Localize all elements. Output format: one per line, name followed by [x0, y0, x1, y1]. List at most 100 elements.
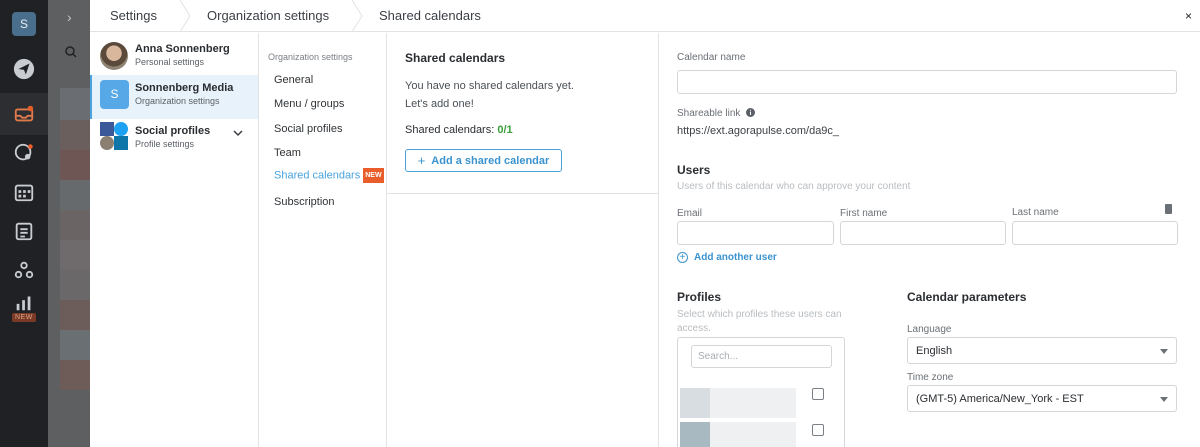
trash-icon[interactable] [1165, 204, 1172, 214]
profile-name-blurred [710, 388, 796, 418]
blurred-block [60, 120, 90, 150]
account-subtitle: Profile settings [135, 139, 195, 149]
account-name: Sonnenberg Media [135, 82, 234, 94]
calendar-icon[interactable] [12, 180, 36, 204]
profile-name-blurred [710, 422, 796, 447]
caret-down-icon [1160, 397, 1168, 402]
breadcrumb-organization-settings[interactable]: Organization settings [192, 0, 352, 32]
plus-circle-icon: + [677, 252, 688, 263]
account-item-personal[interactable]: Anna Sonnenberg Personal settings [90, 36, 258, 80]
add-user-label: Add another user [694, 252, 777, 263]
calendar-name-label: Calendar name [677, 52, 746, 63]
shareable-link-label-text: Shareable link [677, 108, 741, 119]
add-another-user-link[interactable]: + Add another user [677, 252, 777, 263]
account-subtitle: Personal settings [135, 57, 205, 67]
shared-calendars-panel: Shared calendars You have no shared cale… [387, 33, 659, 447]
chevron-down-icon[interactable] [233, 130, 243, 137]
add-shared-calendar-button[interactable]: + Add a shared calendar [405, 149, 562, 172]
calendar-count: Shared calendars: 0/1 [405, 124, 513, 136]
paper-plane-icon[interactable] [12, 57, 36, 81]
linkedin-icon [114, 136, 128, 150]
reports-icon[interactable] [12, 290, 36, 314]
blurred-block [60, 300, 90, 330]
breadcrumb-separator [180, 0, 191, 32]
social-profiles-icon [100, 122, 128, 150]
calendar-form: Calendar name Shareable link https://ext… [659, 33, 1200, 447]
blurred-block [60, 270, 90, 300]
breadcrumb-separator [352, 0, 363, 32]
nav-item-shared-calendars[interactable]: Shared calendars NEW [274, 168, 384, 183]
listening-icon[interactable] [12, 141, 36, 165]
profile-avatar [680, 422, 710, 447]
language-select[interactable]: English [907, 337, 1177, 364]
account-name: Social profiles [135, 125, 211, 137]
profile-avatar [680, 388, 710, 418]
settings-modal: Settings Organization settings Shared ca… [90, 0, 1200, 447]
timezone-select[interactable]: (GMT-5) America/New_York - EST [907, 385, 1177, 412]
nav-item-social-profiles[interactable]: Social profiles [274, 123, 342, 135]
empty-message: You have no shared calendars yet. [405, 80, 574, 92]
calendar-name-input[interactable] [677, 70, 1177, 94]
account-item-social-profiles[interactable]: Social profiles Profile settings [90, 118, 258, 162]
blurred-block [60, 210, 90, 240]
close-icon[interactable]: × [1185, 9, 1192, 23]
profiles-title: Profiles [677, 290, 722, 304]
account-item-organization[interactable]: S Sonnenberg Media Organization settings [90, 75, 258, 119]
profile-photo-icon [100, 136, 114, 150]
first-name-label: First name [840, 208, 888, 219]
organization-avatar: S [100, 80, 129, 109]
account-subtitle: Organization settings [135, 96, 220, 106]
breadcrumb: Settings Organization settings Shared ca… [90, 0, 1200, 32]
twitter-icon [114, 122, 128, 136]
count-value: 0/1 [497, 124, 513, 136]
breadcrumb-shared-calendars: Shared calendars [379, 8, 481, 23]
schedule-icon[interactable] [12, 219, 36, 243]
account-name: Anna Sonnenberg [135, 43, 230, 55]
facebook-icon [100, 122, 114, 136]
email-label: Email [677, 208, 703, 219]
last-name-label: Last name [1012, 207, 1059, 218]
email-field[interactable] [677, 221, 834, 245]
profiles-description: Select which profiles these users can ac… [677, 309, 842, 334]
inbox-icon[interactable] [12, 102, 36, 126]
search-icon[interactable] [65, 46, 77, 61]
caret-down-icon [1160, 349, 1168, 354]
settings-nav: Organization settings General Menu / gro… [259, 33, 387, 447]
nav-item-subscription[interactable]: Subscription [274, 196, 335, 208]
first-name-field[interactable] [840, 221, 1006, 245]
empty-message-cta: Let's add one! [405, 98, 474, 110]
info-icon[interactable] [746, 108, 756, 117]
timezone-value: (GMT-5) America/New_York - EST [916, 392, 1084, 405]
workspace-avatar[interactable]: S [12, 12, 36, 36]
team-icon[interactable] [12, 258, 36, 282]
blurred-block [60, 360, 90, 390]
blurred-block [60, 330, 90, 360]
shareable-link-value[interactable]: https://ext.agorapulse.com/da9c_ [677, 125, 839, 137]
nav-item-team[interactable]: Team [274, 147, 301, 159]
app-rail: S NEW [0, 0, 48, 447]
last-name-field[interactable] [1012, 221, 1178, 245]
reports-new-badge: NEW [12, 313, 36, 322]
nav-item-menu-groups[interactable]: Menu / groups [274, 98, 344, 110]
profiles-list: Search... [677, 337, 845, 447]
new-badge: NEW [363, 168, 384, 183]
blurred-block [60, 180, 90, 210]
chevron-right-icon[interactable]: › [67, 9, 72, 25]
profile-checkbox[interactable] [812, 388, 824, 400]
profiles-search-input[interactable]: Search... [691, 345, 832, 368]
count-label: Shared calendars: [405, 124, 495, 136]
plus-icon: + [417, 153, 426, 168]
blurred-block [60, 240, 90, 270]
nav-item-general[interactable]: General [274, 74, 313, 86]
panel-title: Shared calendars [405, 51, 506, 65]
nav-heading: Organization settings [268, 52, 353, 62]
blurred-block [60, 150, 90, 180]
calendar-parameters-title: Calendar parameters [907, 290, 1027, 304]
users-title: Users [677, 163, 711, 177]
language-label: Language [907, 324, 952, 335]
button-label: Add a shared calendar [431, 154, 550, 167]
users-description: Users of this calendar who can approve y… [677, 181, 911, 192]
breadcrumb-settings[interactable]: Settings [90, 0, 180, 32]
profile-checkbox[interactable] [812, 424, 824, 436]
timezone-label: Time zone [907, 372, 954, 383]
